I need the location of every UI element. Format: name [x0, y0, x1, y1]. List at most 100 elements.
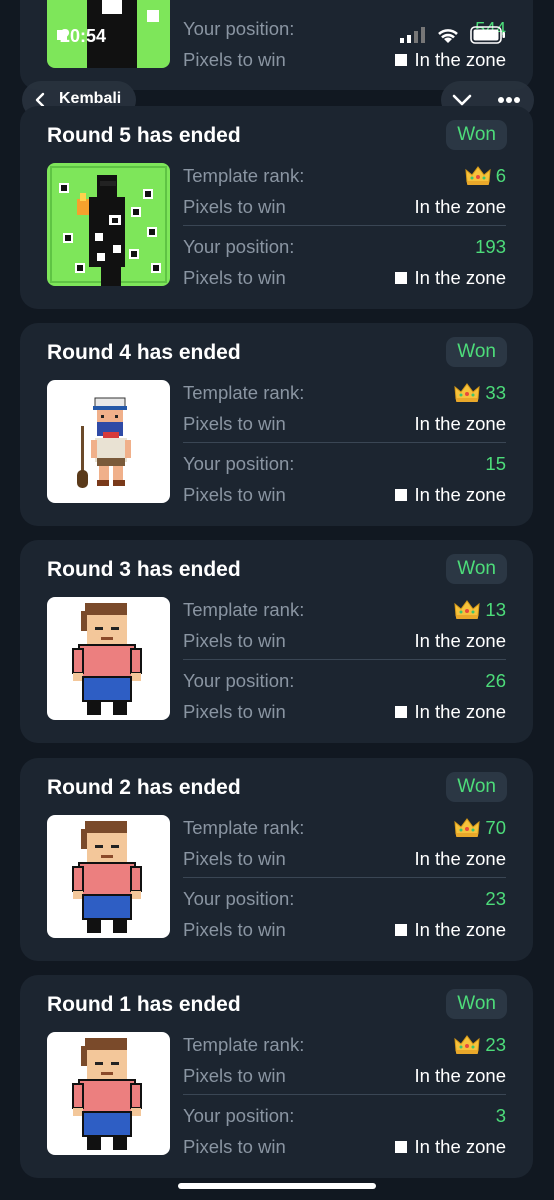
pixels-to-win-label: Pixels to win — [183, 267, 286, 288]
template-rank-value: 13 — [454, 599, 506, 621]
pixels-to-win-row: Pixels to win In the zone — [183, 917, 506, 943]
pixels-to-win-value: In the zone — [414, 1065, 506, 1086]
row-divider — [183, 442, 506, 443]
pixels-to-win-value: In the zone — [414, 413, 506, 434]
won-badge: Won — [446, 554, 507, 584]
crown-icon — [454, 1035, 480, 1055]
template-rank-row: Template rank: 70 — [183, 815, 506, 841]
zone-square-icon — [395, 1141, 408, 1153]
your-position-row: Your position: 23 — [183, 886, 506, 912]
pixels-to-win-row: Pixels to win In the zone — [183, 411, 506, 437]
pixels-to-win-value: In the zone — [395, 267, 506, 289]
your-position-label: Your position: — [183, 1105, 295, 1126]
template-rank-row: Template rank: 23 — [183, 1032, 506, 1058]
status-time: 20:54 — [60, 26, 107, 46]
template-rank-label: Template rank: — [183, 165, 305, 186]
won-badge: Won — [446, 772, 507, 802]
pixels-to-win-value: In the zone — [414, 196, 506, 217]
won-badge: Won — [446, 337, 507, 367]
pixels-to-win-row: Pixels to win In the zone — [183, 1063, 506, 1089]
round-title: Round 1 has ended — [47, 993, 241, 1016]
round-card[interactable]: Round 3 has ended Won Template rank: 13 … — [20, 540, 533, 743]
pixels-to-win-value: In the zone — [395, 701, 506, 723]
template-rank-label: Template rank: — [183, 599, 305, 620]
pixels-to-win-row: Pixels to win In the zone — [183, 482, 506, 508]
row-divider — [183, 659, 506, 660]
zone-square-icon — [395, 924, 408, 936]
round-title: Round 3 has ended — [47, 558, 241, 581]
template-rank-value: 6 — [465, 165, 506, 187]
zone-square-icon — [395, 489, 408, 501]
your-position-row: Your position: 26 — [183, 668, 506, 694]
pixels-label: Pixels to win — [183, 49, 286, 70]
pixels-to-win-label: Pixels to win — [183, 484, 286, 505]
pixels-to-win-label: Pixels to win — [183, 701, 286, 722]
round-card[interactable]: Round 4 has ended Won Template rank: 33 … — [20, 323, 533, 526]
your-position-label: Your position: — [183, 888, 295, 909]
your-position-label: Your position: — [183, 670, 295, 691]
round-card[interactable]: Round 1 has ended Won Template rank: 23 … — [20, 975, 533, 1178]
template-rank-label: Template rank: — [183, 817, 305, 838]
zone-square-icon — [395, 706, 408, 718]
template-rank-value: 70 — [454, 817, 506, 839]
pixels-to-win-row: Pixels to win In the zone — [183, 628, 506, 654]
pixels-to-win-row: Pixels to win In the zone — [183, 265, 506, 291]
home-indicator — [178, 1183, 376, 1189]
pixels-to-win-row: Pixels to win In the zone — [183, 699, 506, 725]
pixels-to-win-value: In the zone — [395, 919, 506, 941]
zone-square-icon — [395, 54, 408, 66]
pixels-to-win-label: Pixels to win — [183, 919, 286, 940]
won-badge: Won — [446, 989, 507, 1019]
round-card[interactable]: Round 5 has ended Won Template rank: 6 P… — [20, 106, 533, 309]
template-rank-value: 23 — [454, 1034, 506, 1056]
row-divider — [183, 877, 506, 878]
pixels-to-win-value: In the zone — [395, 484, 506, 506]
your-position-value: 26 — [485, 670, 506, 691]
round-title: Round 2 has ended — [47, 776, 241, 799]
pixels-to-win-row: Pixels to win In the zone — [183, 194, 506, 220]
pixels-to-win-label: Pixels to win — [183, 630, 286, 651]
status-icons — [400, 26, 506, 44]
pixels-to-win-label: Pixels to win — [183, 848, 286, 869]
your-position-row: Your position: 193 — [183, 234, 506, 260]
round-thumbnail — [47, 597, 170, 720]
row-divider — [183, 1094, 506, 1095]
position-label: Your position: — [183, 18, 295, 39]
round-card[interactable]: Round 2 has ended Won Template rank: 70 … — [20, 758, 533, 961]
round-thumbnail — [47, 380, 170, 503]
wifi-icon — [438, 29, 458, 43]
your-position-value: 15 — [485, 453, 506, 474]
round-thumbnail — [47, 163, 170, 286]
template-rank-row: Template rank: 13 — [183, 597, 506, 623]
template-rank-label: Template rank: — [183, 382, 305, 403]
pixels-to-win-row: Pixels to win In the zone — [183, 1134, 506, 1160]
template-rank-value: 33 — [454, 382, 506, 404]
template-rank-row: Template rank: 33 — [183, 380, 506, 406]
battery-icon — [470, 26, 505, 44]
pixels-to-win-row: Pixels to win In the zone — [183, 846, 506, 872]
signal-icon — [400, 27, 425, 43]
partial-pixels-row: Pixels to win In the zone — [183, 47, 506, 73]
round-title: Round 4 has ended — [47, 341, 241, 364]
your-position-row: Your position: 3 — [183, 1103, 506, 1129]
pixels-to-win-label: Pixels to win — [183, 1065, 286, 1086]
your-position-value: 23 — [485, 888, 506, 909]
template-rank-label: Template rank: — [183, 1034, 305, 1055]
crown-icon — [454, 600, 480, 620]
your-position-row: Your position: 15 — [183, 451, 506, 477]
pixels-to-win-label: Pixels to win — [183, 1136, 286, 1157]
pixels-value: In the zone — [395, 49, 506, 71]
round-thumbnail — [47, 1032, 170, 1155]
pixels-to-win-value: In the zone — [395, 1136, 506, 1158]
template-rank-row: Template rank: 6 — [183, 163, 506, 189]
crown-icon — [454, 383, 480, 403]
row-divider — [183, 225, 506, 226]
your-position-value: 193 — [475, 236, 506, 257]
crown-icon — [454, 818, 480, 838]
more-dots-icon[interactable] — [497, 96, 521, 104]
crown-icon — [465, 166, 491, 186]
zone-square-icon — [395, 272, 408, 284]
pixels-to-win-label: Pixels to win — [183, 413, 286, 434]
pixels-to-win-value: In the zone — [414, 630, 506, 651]
your-position-label: Your position: — [183, 236, 295, 257]
